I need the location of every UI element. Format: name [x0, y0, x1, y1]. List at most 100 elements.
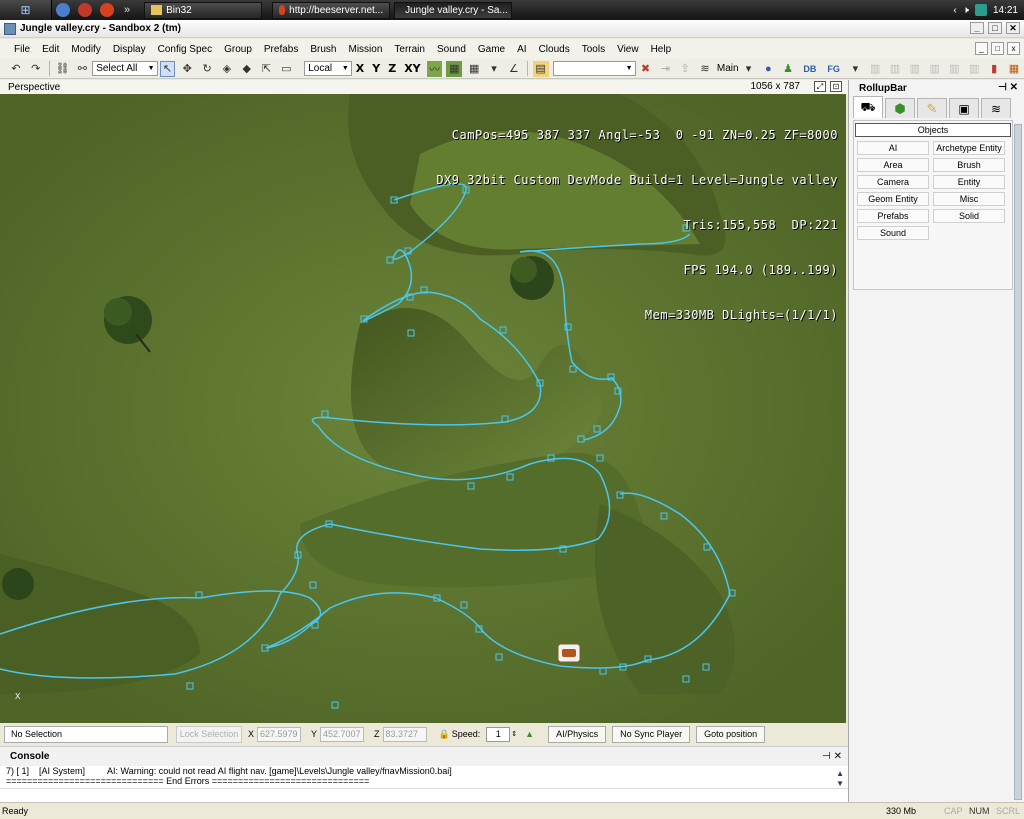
- menu-tools[interactable]: Tools: [576, 44, 611, 55]
- layer-dropdown[interactable]: ▼: [552, 61, 636, 76]
- create-entity-button[interactable]: Entity: [933, 175, 1005, 189]
- layer-name[interactable]: Main: [717, 63, 739, 74]
- menu-game[interactable]: Game: [472, 44, 511, 55]
- network-icon[interactable]: [974, 4, 987, 16]
- select-arrow-icon[interactable]: ↖: [159, 60, 176, 77]
- grid-icon[interactable]: ▦: [466, 61, 482, 77]
- menu-view[interactable]: View: [611, 44, 645, 55]
- task-browser[interactable]: http://beeserver.net...: [272, 1, 391, 19]
- lock-icon[interactable]: 🔒: [439, 729, 450, 740]
- opera-icon[interactable]: [100, 3, 114, 17]
- fg-icon[interactable]: FG: [824, 61, 844, 77]
- create-geom-entity-button[interactable]: Geom Entity: [857, 192, 929, 206]
- create-ai-button[interactable]: AI: [857, 141, 929, 155]
- perspective-viewport[interactable]: CamPos=495 387 337 Angl=-53 0 -91 ZN=0.2…: [0, 94, 846, 723]
- close-icon[interactable]: ✕: [1010, 82, 1018, 93]
- mdi-minimize-button[interactable]: _: [975, 42, 988, 55]
- db-icon[interactable]: DB: [800, 61, 820, 77]
- link-icon[interactable]: ⛓: [55, 61, 71, 77]
- menu-help[interactable]: Help: [645, 44, 678, 55]
- browser-icon[interactable]: [56, 3, 70, 17]
- viewport-maximize-icon[interactable]: ⤢: [814, 81, 826, 92]
- menu-brush[interactable]: Brush: [304, 44, 342, 55]
- terrain-camera-icon[interactable]: ▲: [525, 729, 534, 739]
- tab-objects[interactable]: ⛟: [853, 96, 883, 118]
- tray-expand-icon[interactable]: ‹: [953, 5, 956, 16]
- tab-terrain[interactable]: ⬢: [885, 98, 915, 118]
- pick-object-icon[interactable]: ⇱: [259, 61, 275, 77]
- rotate-icon[interactable]: ↻: [199, 61, 215, 77]
- layers-main-icon[interactable]: ≋: [697, 61, 713, 77]
- viewport-name[interactable]: Perspective: [8, 82, 60, 93]
- menu-sound[interactable]: Sound: [431, 44, 472, 55]
- ai-physics-button[interactable]: AI/Physics: [548, 725, 607, 743]
- speed-spinner-icon[interactable]: ⇕: [511, 730, 517, 738]
- clear-selection-icon[interactable]: ✖: [638, 61, 654, 77]
- toolbar-overflow-icon[interactable]: ▾: [741, 61, 757, 77]
- export-icon[interactable]: ⇪: [677, 61, 693, 77]
- close-icon[interactable]: ✕: [834, 751, 842, 762]
- axis-x-button[interactable]: X: [356, 62, 364, 75]
- y-coord-field[interactable]: 452.7007: [320, 726, 365, 742]
- create-misc-button[interactable]: Misc: [933, 192, 1005, 206]
- menu-clouds[interactable]: Clouds: [533, 44, 576, 55]
- redo-icon[interactable]: ↷: [28, 61, 44, 77]
- snap-terrain-icon[interactable]: ▦: [446, 60, 463, 77]
- rollupbar-scrollbar[interactable]: [1014, 124, 1022, 800]
- create-brush-button[interactable]: Brush: [933, 158, 1005, 172]
- menu-modify[interactable]: Modify: [65, 44, 106, 55]
- unlink-icon[interactable]: ⚯: [74, 61, 90, 77]
- grid-color-icon[interactable]: ▦: [1006, 61, 1022, 77]
- task-bin32[interactable]: Bin32: [144, 1, 263, 19]
- media-player-icon[interactable]: [78, 3, 92, 17]
- scale-icon[interactable]: ◈: [219, 61, 235, 77]
- select-by-name-icon[interactable]: ▭: [278, 61, 294, 77]
- create-sound-button[interactable]: Sound: [857, 226, 929, 240]
- create-prefabs-button[interactable]: Prefabs: [857, 209, 929, 223]
- terrain-follow-icon[interactable]: 〰: [426, 60, 443, 77]
- objects-header-button[interactable]: Objects: [855, 123, 1011, 137]
- pin-icon[interactable]: ⊣: [998, 82, 1007, 93]
- menu-file[interactable]: File: [8, 44, 36, 55]
- tab-layers[interactable]: ≋: [981, 98, 1011, 118]
- volume-icon[interactable]: 🕨: [963, 5, 969, 16]
- create-archetype-entity-button[interactable]: Archetype Entity: [933, 141, 1005, 155]
- create-solid-button[interactable]: Solid: [933, 209, 1005, 223]
- maximize-button[interactable]: □: [988, 22, 1002, 34]
- snap-angle-icon[interactable]: ∠: [506, 61, 522, 77]
- menu-display[interactable]: Display: [107, 44, 152, 55]
- task-sandbox[interactable]: Jungle valley.cry - Sa...: [394, 1, 513, 19]
- menu-config-spec[interactable]: Config Spec: [152, 44, 218, 55]
- tab-display[interactable]: ▣: [949, 98, 979, 118]
- layer-icon[interactable]: ▤: [532, 60, 549, 77]
- pin-icon[interactable]: ⊣: [822, 751, 831, 762]
- console-scroll-arrows[interactable]: ▲ ▼: [836, 769, 844, 789]
- toolbar-overflow-icon[interactable]: ▾: [848, 61, 864, 77]
- menu-prefabs[interactable]: Prefabs: [258, 44, 304, 55]
- lock-selection-button[interactable]: Lock Selection: [176, 725, 242, 743]
- axis-z-button[interactable]: Z: [388, 62, 396, 75]
- speed-field[interactable]: 1: [486, 726, 511, 742]
- mdi-close-button[interactable]: x: [1007, 42, 1020, 55]
- axis-y-button[interactable]: Y: [372, 62, 380, 75]
- menu-group[interactable]: Group: [218, 44, 258, 55]
- film-icon[interactable]: ▮: [986, 61, 1002, 77]
- globe-icon[interactable]: ●: [760, 61, 776, 77]
- tab-modeling[interactable]: ✎: [917, 98, 947, 118]
- close-button[interactable]: ✕: [1006, 22, 1020, 34]
- z-coord-field[interactable]: 83.3727: [382, 726, 427, 742]
- mdi-restore-button[interactable]: □: [991, 42, 1004, 55]
- grid-dropdown-icon[interactable]: ▾: [486, 61, 502, 77]
- goto-icon[interactable]: ⇥: [657, 61, 673, 77]
- start-button[interactable]: ⊞: [0, 0, 52, 20]
- selection-filter-dropdown[interactable]: Select All ▼: [92, 61, 158, 76]
- create-area-button[interactable]: Area: [857, 158, 929, 172]
- quicklaunch-chevron-icon[interactable]: »: [124, 4, 130, 16]
- player-icon[interactable]: ♟: [780, 61, 796, 77]
- minimize-button[interactable]: _: [970, 22, 984, 34]
- menu-ai[interactable]: AI: [511, 44, 532, 55]
- goto-position-button[interactable]: Goto position: [696, 725, 766, 743]
- axis-xy-button[interactable]: XY: [404, 62, 420, 75]
- menu-edit[interactable]: Edit: [36, 44, 65, 55]
- menu-terrain[interactable]: Terrain: [388, 44, 431, 55]
